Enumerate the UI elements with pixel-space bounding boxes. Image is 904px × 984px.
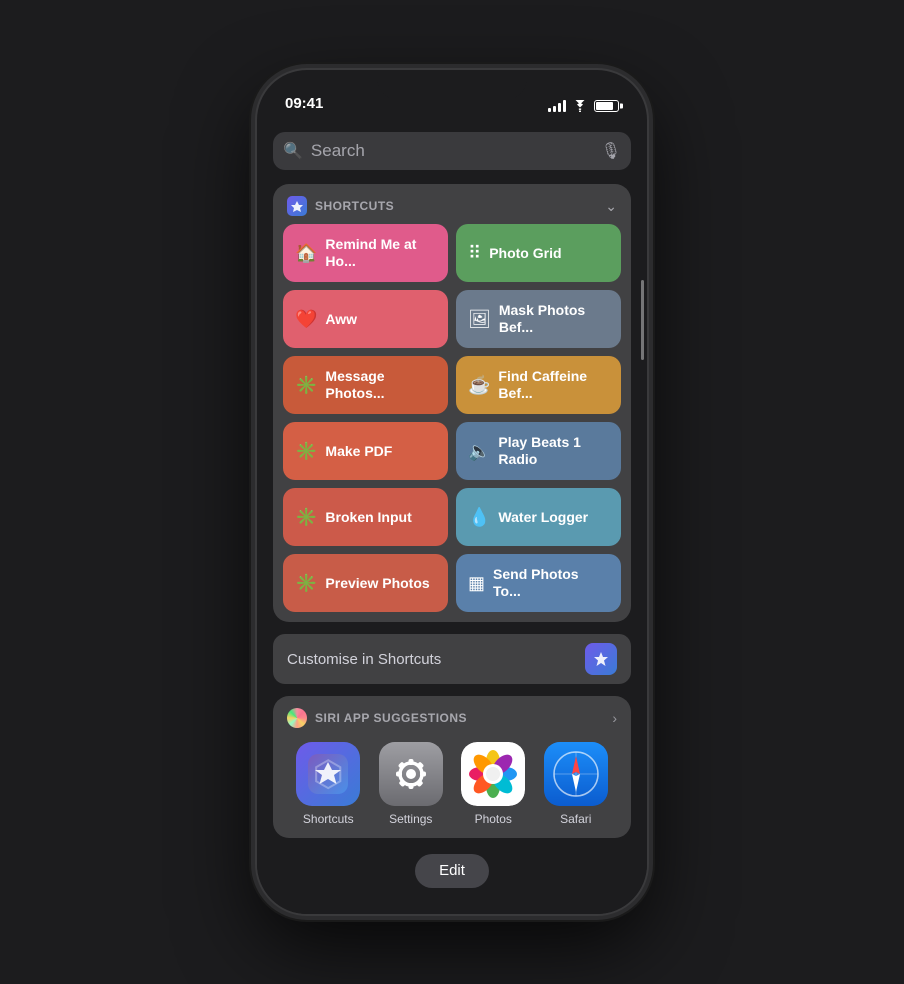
edit-button-label: Edit [439,862,465,879]
remind-home-label: Remind Me at Ho... [325,236,436,270]
shortcuts-chevron-icon[interactable]: ⌄ [605,198,617,215]
siri-chevron-icon[interactable]: › [612,710,617,726]
message-photos-icon: ✳️ [295,375,317,396]
siri-app-safari[interactable]: Safari [544,742,608,826]
find-caffeine-icon: ☕ [468,375,490,396]
search-bar[interactable]: 🔍 Search 🎙 [273,132,631,170]
find-caffeine-label: Find Caffeine Bef... [498,368,609,402]
aww-icon: ❤️ [295,309,317,330]
mask-photos-label: Mask Photos Bef... [499,302,609,336]
edit-button[interactable]: Edit [415,854,489,888]
shortcut-remind-me-home[interactable]: 🏠 Remind Me at Ho... [283,224,448,282]
make-pdf-icon: ✳️ [295,441,317,462]
card-header: SHORTCUTS ⌄ [273,184,631,224]
status-time: 09:41 [285,95,323,112]
send-photos-label: Send Photos To... [493,566,609,600]
preview-photos-label: Preview Photos [325,575,429,592]
siri-icon [287,708,307,728]
siri-header: SIRI APP SUGGESTIONS › [287,708,617,728]
notch [377,70,527,100]
water-logger-label: Water Logger [498,509,588,526]
shortcut-preview-photos[interactable]: ✳️ Preview Photos [283,554,448,612]
siri-app-photos[interactable]: Photos [461,742,525,826]
siri-card: SIRI APP SUGGESTIONS › [273,696,631,838]
broken-input-label: Broken Input [325,509,411,526]
shortcuts-app-label: Shortcuts [303,812,354,826]
safari-app-label: Safari [560,812,591,826]
shortcuts-app-icon [296,742,360,806]
wifi-icon [572,100,588,112]
aww-label: Aww [325,311,357,328]
safari-app-icon [544,742,608,806]
broken-input-icon: ✳️ [295,507,317,528]
shortcut-water-logger[interactable]: 💧 Water Logger [456,488,621,546]
settings-app-icon [379,742,443,806]
customize-bar[interactable]: Customise in Shortcuts [273,634,631,684]
play-beats-label: Play Beats 1 Radio [498,434,609,468]
shortcuts-grid: 🏠 Remind Me at Ho... ⠿ Photo Grid ❤️ Aww… [273,224,631,622]
siri-app-settings[interactable]: Settings [379,742,443,826]
remind-home-icon: 🏠 [295,243,317,264]
mask-photos-icon: 🖼 [468,309,491,330]
screen-content: 🔍 Search 🎙 SHORTCUTS ⌄ [257,120,647,914]
water-logger-icon: 💧 [468,507,490,528]
send-photos-icon: ▦ [468,573,485,594]
scroll-indicator [641,280,644,360]
photo-grid-label: Photo Grid [489,245,561,262]
shortcut-photo-grid[interactable]: ⠿ Photo Grid [456,224,621,282]
customize-shortcuts-icon [585,643,617,675]
shortcut-message-photos[interactable]: ✳️ Message Photos... [283,356,448,414]
message-photos-label: Message Photos... [325,368,436,402]
signal-icon [548,100,566,112]
shortcut-broken-input[interactable]: ✳️ Broken Input [283,488,448,546]
play-beats-icon: 🔈 [468,441,490,462]
photo-grid-icon: ⠿ [468,243,481,264]
siri-title: SIRI APP SUGGESTIONS [315,711,467,725]
phone-frame: 09:41 🔍 Search 🎙 [257,70,647,914]
shortcut-find-caffeine[interactable]: ☕ Find Caffeine Bef... [456,356,621,414]
siri-app-shortcuts[interactable]: Shortcuts [296,742,360,826]
customize-label: Customise in Shortcuts [287,651,441,668]
photos-app-label: Photos [475,812,512,826]
battery-icon [594,100,619,112]
card-header-left: SHORTCUTS [287,196,394,216]
make-pdf-label: Make PDF [325,443,392,460]
shortcut-play-beats-radio[interactable]: 🔈 Play Beats 1 Radio [456,422,621,480]
photos-app-icon [461,742,525,806]
shortcut-send-photos[interactable]: ▦ Send Photos To... [456,554,621,612]
search-icon: 🔍 [283,141,303,161]
edit-button-container: Edit [257,854,647,888]
shortcut-mask-photos[interactable]: 🖼 Mask Photos Bef... [456,290,621,348]
mic-icon[interactable]: 🎙 [601,141,621,161]
shortcut-aww[interactable]: ❤️ Aww [283,290,448,348]
siri-apps-row: Shortcuts [287,742,617,826]
shortcut-make-pdf[interactable]: ✳️ Make PDF [283,422,448,480]
search-placeholder: Search [311,141,593,161]
status-icons [548,100,619,112]
siri-header-left: SIRI APP SUGGESTIONS [287,708,467,728]
settings-app-label: Settings [389,812,432,826]
shortcuts-card: SHORTCUTS ⌄ 🏠 Remind Me at Ho... ⠿ Photo… [273,184,631,622]
shortcuts-card-title: SHORTCUTS [315,199,394,213]
preview-photos-icon: ✳️ [295,573,317,594]
shortcuts-app-icon-small [287,196,307,216]
